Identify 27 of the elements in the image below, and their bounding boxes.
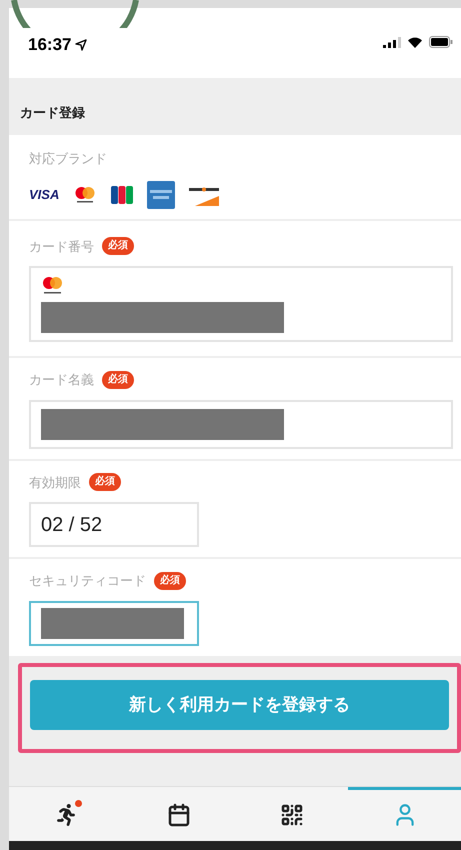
required-badge: 必須 — [102, 237, 134, 256]
required-badge: 必須 — [154, 572, 186, 590]
status-time: 16:37 — [28, 34, 72, 56]
page-title: カード登録 — [20, 104, 85, 122]
required-badge: 必須 — [102, 370, 134, 389]
text-field[interactable] — [29, 600, 199, 646]
signal-icon — [383, 36, 401, 48]
mastercard-icon — [41, 276, 65, 296]
runner-icon — [54, 804, 76, 826]
field-label: カード番号 — [29, 238, 94, 256]
card-number-field[interactable] — [29, 266, 453, 342]
text-field[interactable]: 02 / 52 — [29, 502, 199, 547]
jcb-logo — [111, 186, 134, 204]
calendar-icon — [166, 803, 190, 827]
required-badge: 必須 — [89, 473, 121, 492]
amex-logo — [147, 180, 176, 208]
location-arrow-icon — [75, 38, 88, 51]
field-label: セキュリティコード — [29, 572, 146, 590]
battery-icon — [429, 36, 453, 48]
field-label: 有効期限 — [29, 474, 81, 492]
wifi-icon — [407, 36, 423, 48]
expiry-value: 02 / 52 — [41, 512, 102, 538]
field-label: 対応ブランド — [29, 150, 108, 168]
field-label: カード名義 — [29, 371, 94, 389]
mastercard-logo — [73, 186, 98, 204]
visa-logo: VISA — [29, 188, 60, 201]
qr-code-icon — [280, 803, 304, 827]
